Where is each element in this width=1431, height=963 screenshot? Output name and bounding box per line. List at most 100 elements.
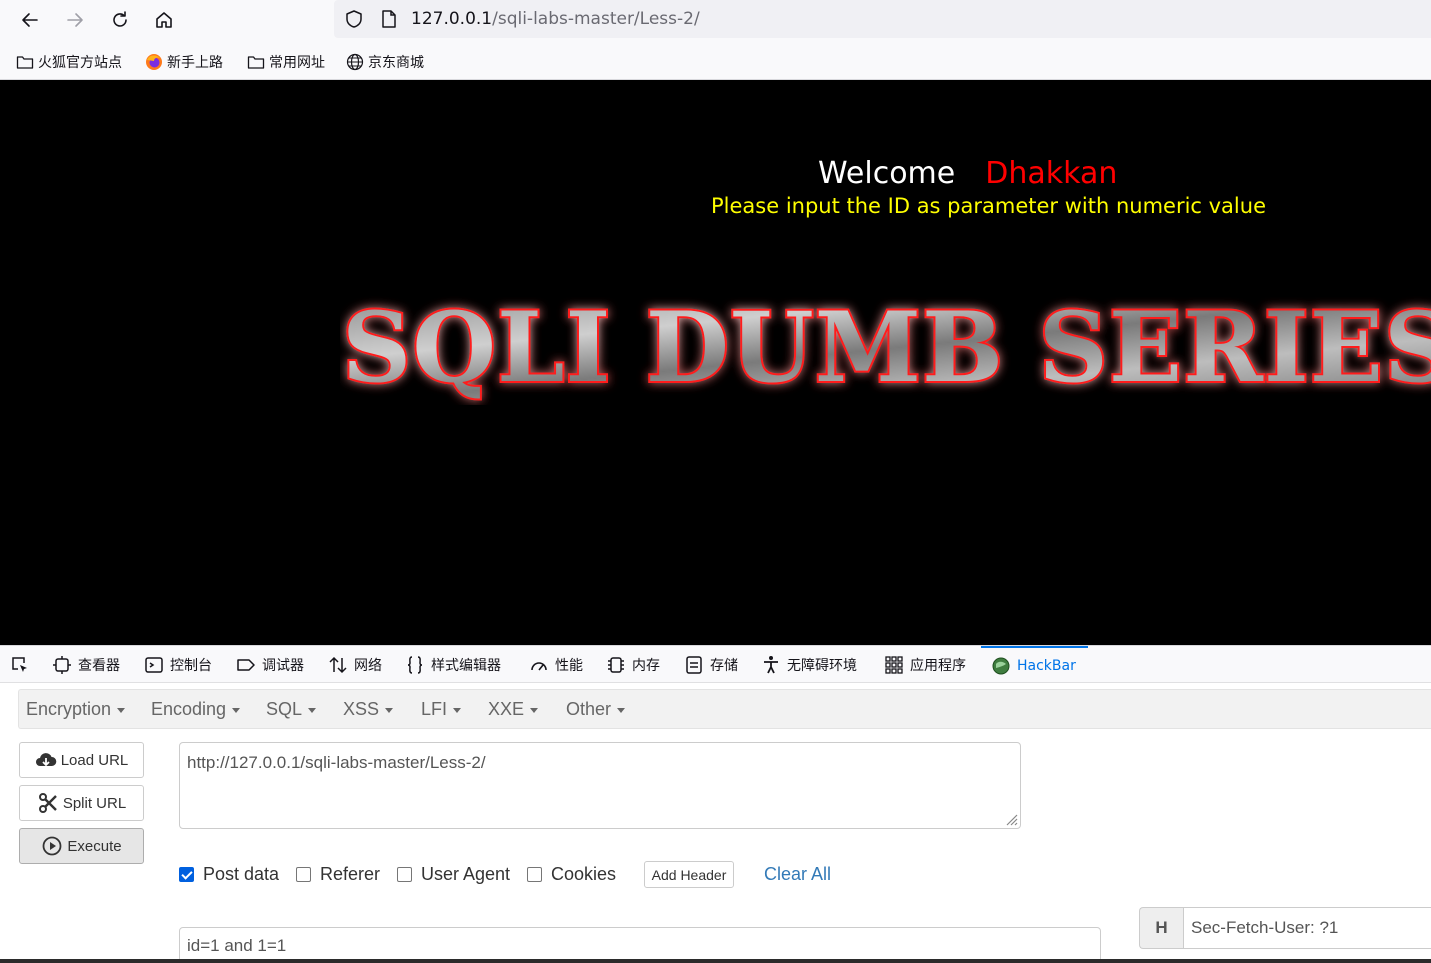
hackbar-menu: Encryption Encoding SQL XSS LFI XXE Othe… (18, 689, 1431, 729)
menu-encryption[interactable]: Encryption (26, 699, 126, 720)
url-text[interactable]: 127.0.0.1/sqli-labs-master/Less-2/ (411, 9, 700, 29)
tab-inspector[interactable]: 查看器 (52, 646, 120, 683)
reload-button[interactable] (106, 6, 134, 34)
user-agent-checkbox[interactable] (397, 867, 412, 882)
tab-debugger[interactable]: 调试器 (236, 646, 304, 683)
tab-accessibility[interactable]: 无障碍环境 (761, 646, 857, 683)
tab-label: 网络 (354, 657, 382, 674)
home-icon (156, 12, 172, 28)
forward-button[interactable] (61, 6, 89, 34)
url-host: 127.0.0.1 (411, 9, 493, 29)
resize-grip-icon[interactable] (1002, 810, 1018, 826)
execute-button[interactable]: Execute (19, 828, 144, 864)
caret-down-icon (308, 707, 317, 713)
back-button[interactable] (16, 6, 44, 34)
devtools-toolbar: 查看器 控制台 调试器 网络 样式编辑器 性能 内存 存储 无障碍环境 应用程序… (0, 645, 1431, 683)
menu-label: Other (566, 699, 612, 719)
post-data-checkbox[interactable] (179, 867, 194, 882)
post-data-value: id=1 and 1=1 (187, 936, 287, 955)
menu-xxe[interactable]: XXE (488, 699, 539, 720)
option-label: Cookies (551, 864, 617, 884)
add-header-button[interactable]: Add Header (644, 861, 734, 888)
menu-label: SQL (266, 699, 303, 719)
url-textarea[interactable]: http://127.0.0.1/sqli-labs-master/Less-2… (179, 742, 1021, 829)
scissors-icon (38, 793, 57, 813)
bookmark-item[interactable]: 火狐官方站点 (16, 52, 122, 72)
menu-lfi[interactable]: LFI (421, 699, 462, 720)
window-bottom-border (0, 959, 1431, 963)
banner-text: SQLI DUMB SERIES (342, 295, 1431, 404)
debugger-icon (237, 658, 255, 671)
menu-other[interactable]: Other (566, 699, 626, 720)
page-info-icon[interactable] (380, 9, 398, 29)
post-data-option[interactable]: Post data (179, 864, 279, 885)
menu-encoding[interactable]: Encoding (151, 699, 241, 720)
globe-icon (346, 53, 364, 71)
folder-icon (247, 56, 265, 69)
tab-label: 无障碍环境 (787, 657, 857, 674)
shield-icon[interactable] (344, 9, 364, 29)
accessibility-icon (764, 655, 778, 673)
tab-label: HackBar (1017, 657, 1076, 674)
menu-sql[interactable]: SQL (266, 699, 317, 720)
menu-label: XSS (343, 699, 380, 719)
option-label: User Agent (421, 864, 511, 884)
tab-label: 性能 (555, 657, 583, 674)
header-label: H (1139, 907, 1183, 949)
menu-label: Encryption (26, 699, 112, 719)
bookmark-item[interactable]: 新手上路 (145, 52, 223, 72)
load-url-button[interactable]: Load URL (19, 742, 144, 778)
storage-icon (686, 655, 702, 674)
caret-down-icon (530, 707, 539, 713)
tab-label: 存储 (710, 657, 738, 674)
tab-memory[interactable]: 内存 (606, 646, 660, 683)
url-textarea-value: http://127.0.0.1/sqli-labs-master/Less-2… (187, 753, 486, 772)
clear-all-link[interactable]: Clear All (764, 864, 831, 885)
cookies-checkbox[interactable] (527, 867, 542, 882)
tab-style-editor[interactable]: 样式编辑器 (405, 646, 501, 683)
welcome-heading: Welcome Dhakkan (818, 156, 1117, 191)
address-bar[interactable]: 127.0.0.1/sqli-labs-master/Less-2/ (334, 0, 1431, 38)
bookmark-item[interactable]: 常用网址 (247, 52, 325, 72)
tab-hackbar[interactable]: HackBar (981, 646, 1088, 683)
referer-option[interactable]: Referer (296, 864, 380, 885)
tab-label: 查看器 (78, 657, 120, 674)
tab-application[interactable]: 应用程序 (884, 646, 966, 683)
split-url-button[interactable]: Split URL (19, 785, 144, 821)
tab-label: 内存 (632, 657, 660, 674)
play-circle-icon (42, 836, 62, 856)
header-value: Sec-Fetch-User: ?1 (1191, 918, 1339, 937)
referer-checkbox[interactable] (296, 867, 311, 882)
firefox-icon (146, 54, 162, 70)
memory-chip-icon (608, 656, 624, 673)
bookmark-label: 京东商城 (368, 55, 424, 71)
gauge-icon (531, 661, 547, 670)
menu-label: Encoding (151, 699, 227, 719)
button-label: Load URL (60, 751, 129, 769)
tab-console[interactable]: 控制台 (144, 646, 212, 683)
element-picker-button[interactable] (10, 646, 36, 683)
bookmark-item[interactable]: 京东商城 (346, 52, 424, 72)
post-data-textarea[interactable]: id=1 and 1=1 (179, 927, 1101, 963)
bookmarks-bar: 火狐官方站点 新手上路 常用网址 京东商城 (0, 40, 1431, 80)
hackbar-logo-icon (992, 657, 1010, 674)
instruction-text: Please input the ID as parameter with nu… (711, 194, 1266, 218)
menu-xss[interactable]: XSS (343, 699, 394, 720)
console-icon (145, 656, 163, 673)
tab-label: 控制台 (170, 657, 212, 674)
caret-down-icon (617, 707, 626, 713)
home-button[interactable] (150, 6, 178, 34)
caret-down-icon (232, 707, 241, 713)
user-agent-option[interactable]: User Agent (397, 864, 510, 885)
header-input[interactable]: Sec-Fetch-User: ?1 (1183, 907, 1431, 949)
network-arrows-icon (329, 656, 347, 673)
tab-network[interactable]: 网络 (328, 646, 382, 683)
cookies-option[interactable]: Cookies (527, 864, 616, 885)
option-label: Post data (203, 864, 280, 884)
caret-down-icon (453, 707, 462, 713)
tab-performance[interactable]: 性能 (529, 646, 583, 683)
tab-label: 样式编辑器 (431, 657, 501, 674)
tab-storage[interactable]: 存储 (684, 646, 738, 683)
menu-label: LFI (421, 699, 448, 719)
bookmark-label: 常用网址 (269, 55, 325, 71)
